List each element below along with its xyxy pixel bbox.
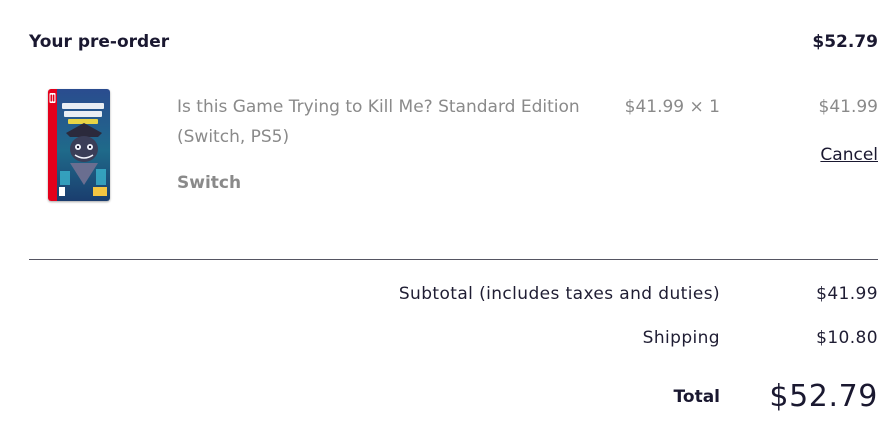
- shipping-label: Shipping: [642, 328, 720, 348]
- order-header-total: $52.79: [812, 32, 878, 52]
- item-name: Is this Game Trying to Kill Me? Standard…: [177, 97, 580, 147]
- cancel-button[interactable]: Cancel: [820, 142, 878, 168]
- item-variant: Switch: [177, 173, 242, 193]
- total-label: Total: [673, 387, 720, 407]
- subtotal-value: $41.99: [816, 284, 878, 304]
- game-boxart-icon: [48, 89, 110, 201]
- summary-divider: [29, 259, 878, 260]
- subtotal-label: Subtotal (includes taxes and duties): [398, 284, 720, 304]
- shipping-value: $10.80: [816, 328, 878, 348]
- item-line-total: $41.99: [818, 97, 878, 117]
- order-title: Your pre-order: [29, 32, 170, 52]
- order-header: Your pre-order $52.79: [29, 32, 878, 56]
- item-price-quantity: $41.99 × 1: [624, 97, 720, 117]
- total-value: $52.79: [769, 379, 878, 414]
